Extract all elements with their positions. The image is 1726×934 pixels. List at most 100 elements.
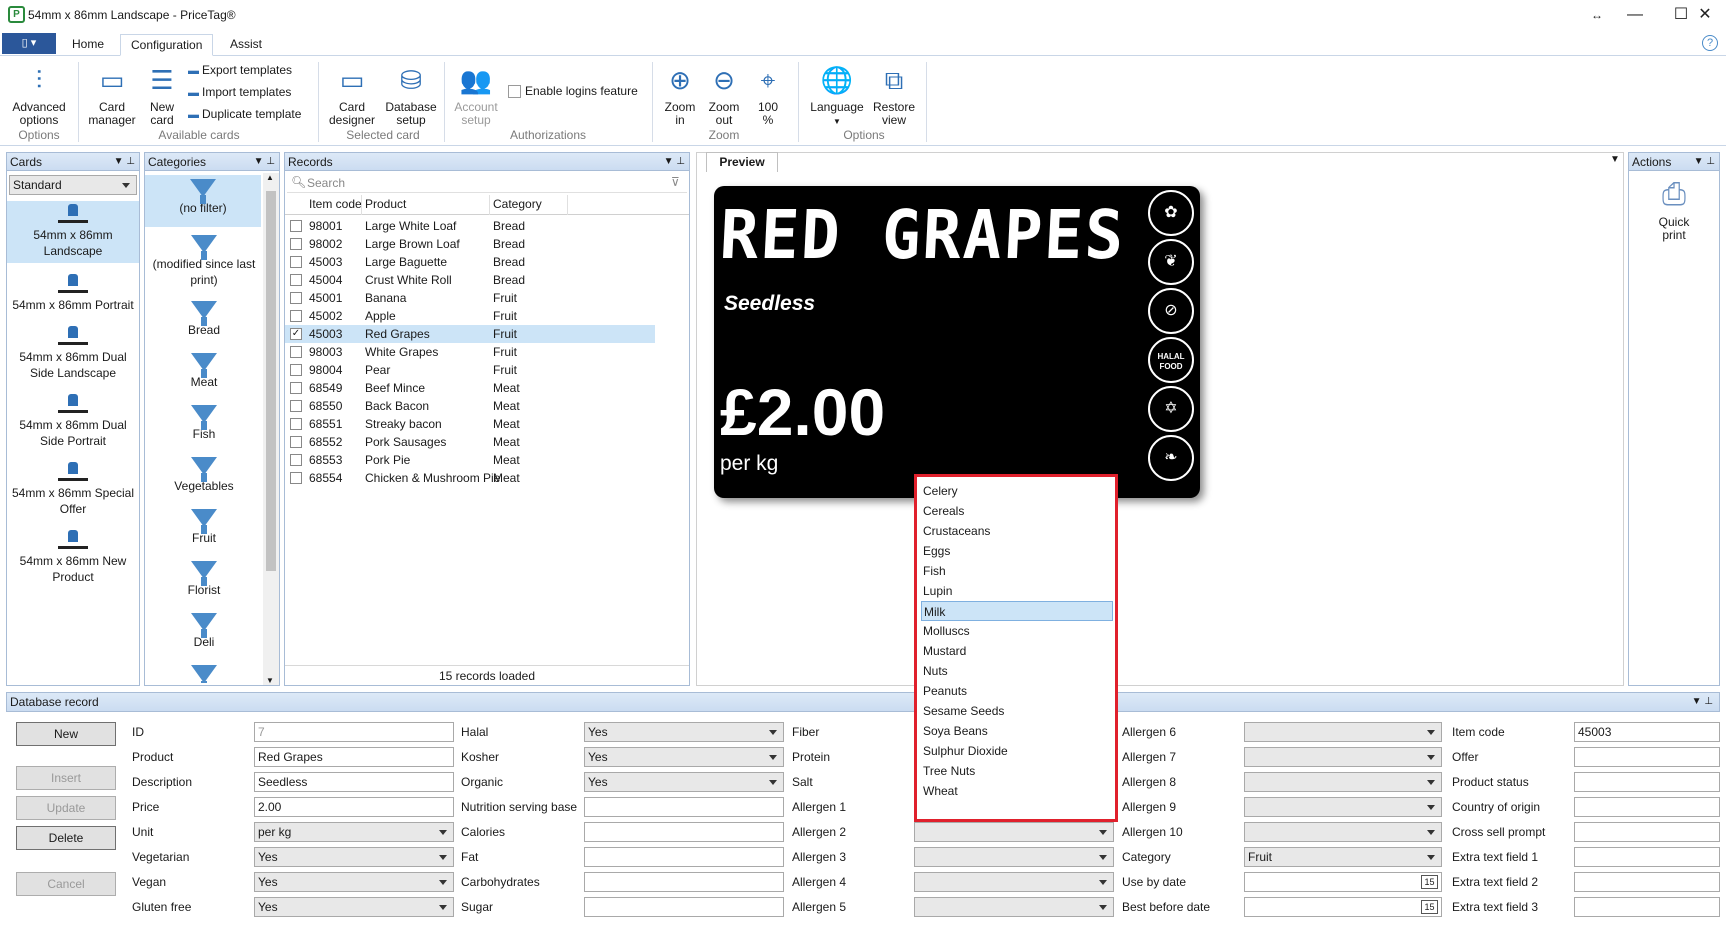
table-row[interactable]: 68554 Chicken & Mushroom Pie Meat [285, 469, 655, 487]
allergen-10-select[interactable] [1244, 822, 1442, 842]
offer-field[interactable] [1574, 747, 1720, 767]
table-row[interactable]: 68553 Pork Pie Meat [285, 451, 655, 469]
zoom-100-button[interactable]: ⌖ 100 % [746, 62, 790, 127]
table-row[interactable]: 98003 White Grapes Fruit [285, 343, 655, 361]
row-checkbox[interactable] [290, 364, 302, 376]
calories-field[interactable] [584, 822, 784, 842]
quick-print-button[interactable]: ⎙ Quick print [1639, 177, 1709, 242]
search-input[interactable]: Search [307, 176, 345, 190]
allergen-option[interactable]: Sesame Seeds [921, 701, 1113, 721]
carbohydrates-field[interactable] [584, 872, 784, 892]
tab-home[interactable]: Home [62, 34, 114, 56]
allergen-option[interactable]: Molluscs [921, 621, 1113, 641]
category-select[interactable]: Fruit [1244, 847, 1442, 867]
allergen-option[interactable]: Soya Beans [921, 721, 1113, 741]
pin-icon[interactable]: ▼ ⊥ [114, 153, 135, 171]
table-row[interactable]: 68551 Streaky bacon Meat [285, 415, 655, 433]
row-checkbox[interactable] [290, 346, 302, 358]
categories-scrollbar[interactable]: ▲ ▼ [263, 173, 279, 685]
allergen-option[interactable]: Wheat [921, 781, 1113, 801]
extra-text-field-2[interactable] [1574, 872, 1720, 892]
row-checkbox[interactable] [290, 436, 302, 448]
column-header-category[interactable]: Category [493, 197, 542, 211]
country-of-origin-field[interactable] [1574, 797, 1720, 817]
allergen-option[interactable]: Fish [921, 561, 1113, 581]
allergen-9-select[interactable] [1244, 797, 1442, 817]
organic-select[interactable]: Yes [584, 772, 784, 792]
table-row[interactable]: 45002 Apple Fruit [285, 307, 655, 325]
allergen-option[interactable]: Milk [921, 601, 1113, 621]
category-item[interactable]: Meat [147, 353, 261, 390]
tab-configuration[interactable]: Configuration [120, 34, 214, 56]
close-button[interactable]: ✕ [1682, 0, 1726, 32]
allergen-option[interactable]: Peanuts [921, 681, 1113, 701]
account-setup-button[interactable]: 👥 Account setup [448, 62, 504, 127]
scrollbar-thumb[interactable] [266, 191, 276, 571]
row-checkbox[interactable] [290, 418, 302, 430]
table-row[interactable]: 98004 Pear Fruit [285, 361, 655, 379]
category-item[interactable] [147, 665, 261, 683]
row-checkbox[interactable] [290, 256, 302, 268]
halal-select[interactable]: Yes [584, 722, 784, 742]
gluten-free-select[interactable]: Yes [254, 897, 454, 917]
category-item[interactable]: (no filter) [145, 175, 261, 227]
category-item[interactable]: Bread [147, 301, 261, 338]
card-item[interactable]: 54mm x 86mm Dual Side Landscape [7, 323, 139, 381]
use-by-date-field[interactable] [1244, 872, 1442, 892]
tab-assist[interactable]: Assist [220, 34, 272, 56]
calendar-icon[interactable]: 15 [1421, 900, 1438, 914]
row-checkbox[interactable] [290, 238, 302, 250]
table-row[interactable]: 45001 Banana Fruit [285, 289, 655, 307]
allergen-2-select[interactable] [914, 822, 1114, 842]
card-designer-button[interactable]: ▭ Card designer [324, 62, 380, 127]
unit-select[interactable]: per kg [254, 822, 454, 842]
category-item[interactable]: (modified since last print) [147, 235, 261, 288]
card-item[interactable]: 54mm x 86mm Portrait [7, 271, 139, 313]
row-checkbox[interactable] [290, 274, 302, 286]
row-checkbox[interactable] [290, 400, 302, 412]
allergen-7-select[interactable] [1244, 747, 1442, 767]
product-field[interactable]: Red Grapes [254, 747, 454, 767]
advanced-options-button[interactable]: ⫶ Advanced options [8, 62, 70, 127]
table-row[interactable]: 45004 Crust White Roll Bread [285, 271, 655, 289]
pin-icon[interactable]: ▼ ⊥ [1694, 153, 1715, 171]
product-status-field[interactable] [1574, 772, 1720, 792]
table-row[interactable]: 98001 Large White Loaf Bread [285, 217, 655, 235]
card-item[interactable]: 54mm x 86mm Landscape [7, 201, 139, 263]
new-button[interactable]: New [16, 722, 116, 746]
tab-preview[interactable]: Preview [706, 152, 778, 172]
nutrition-serving-base-field[interactable] [584, 797, 784, 817]
pin-icon[interactable]: ▼ ⊥ [664, 153, 685, 171]
category-item[interactable]: Florist [147, 561, 261, 598]
allergen-option[interactable]: Crustaceans [921, 521, 1113, 541]
category-item[interactable]: Vegetables [147, 457, 261, 494]
category-item[interactable]: Deli [147, 613, 261, 650]
filter-icon[interactable]: ⊽ [671, 175, 680, 189]
fat-field[interactable] [584, 847, 784, 867]
export-templates-button[interactable]: ▬ Export templates [188, 62, 292, 79]
update-button[interactable]: Update [16, 796, 116, 820]
allergen-option[interactable]: Sulphur Dioxide [921, 741, 1113, 761]
table-row[interactable]: 68549 Beef Mince Meat [285, 379, 655, 397]
scroll-up-icon[interactable]: ▲ [266, 173, 274, 182]
description-field[interactable]: Seedless [254, 772, 454, 792]
table-row[interactable]: ✓ 45003 Red Grapes Fruit [285, 325, 655, 343]
category-item[interactable]: Fruit [147, 509, 261, 546]
new-card-button[interactable]: ☰ New card [142, 62, 182, 127]
best-before-date-field[interactable] [1244, 897, 1442, 917]
allergen-4-select[interactable] [914, 872, 1114, 892]
row-checkbox[interactable] [290, 472, 302, 484]
row-checkbox[interactable] [290, 310, 302, 322]
import-templates-button[interactable]: ▬ Import templates [188, 84, 291, 101]
allergen-option[interactable]: Eggs [921, 541, 1113, 561]
allergen-option[interactable]: Cereals [921, 501, 1113, 521]
allergen-3-select[interactable] [914, 847, 1114, 867]
table-row[interactable]: 68550 Back Bacon Meat [285, 397, 655, 415]
extra-text-field-3[interactable] [1574, 897, 1720, 917]
table-row[interactable]: 98002 Large Brown Loaf Bread [285, 235, 655, 253]
allergen-option[interactable]: Nuts [921, 661, 1113, 681]
minimize-button[interactable]: — [1612, 0, 1658, 32]
card-set-select[interactable]: Standard [9, 175, 137, 195]
cross-sell-prompt-field[interactable] [1574, 822, 1720, 842]
card-item[interactable]: 54mm x 86mm Special Offer [7, 459, 139, 517]
